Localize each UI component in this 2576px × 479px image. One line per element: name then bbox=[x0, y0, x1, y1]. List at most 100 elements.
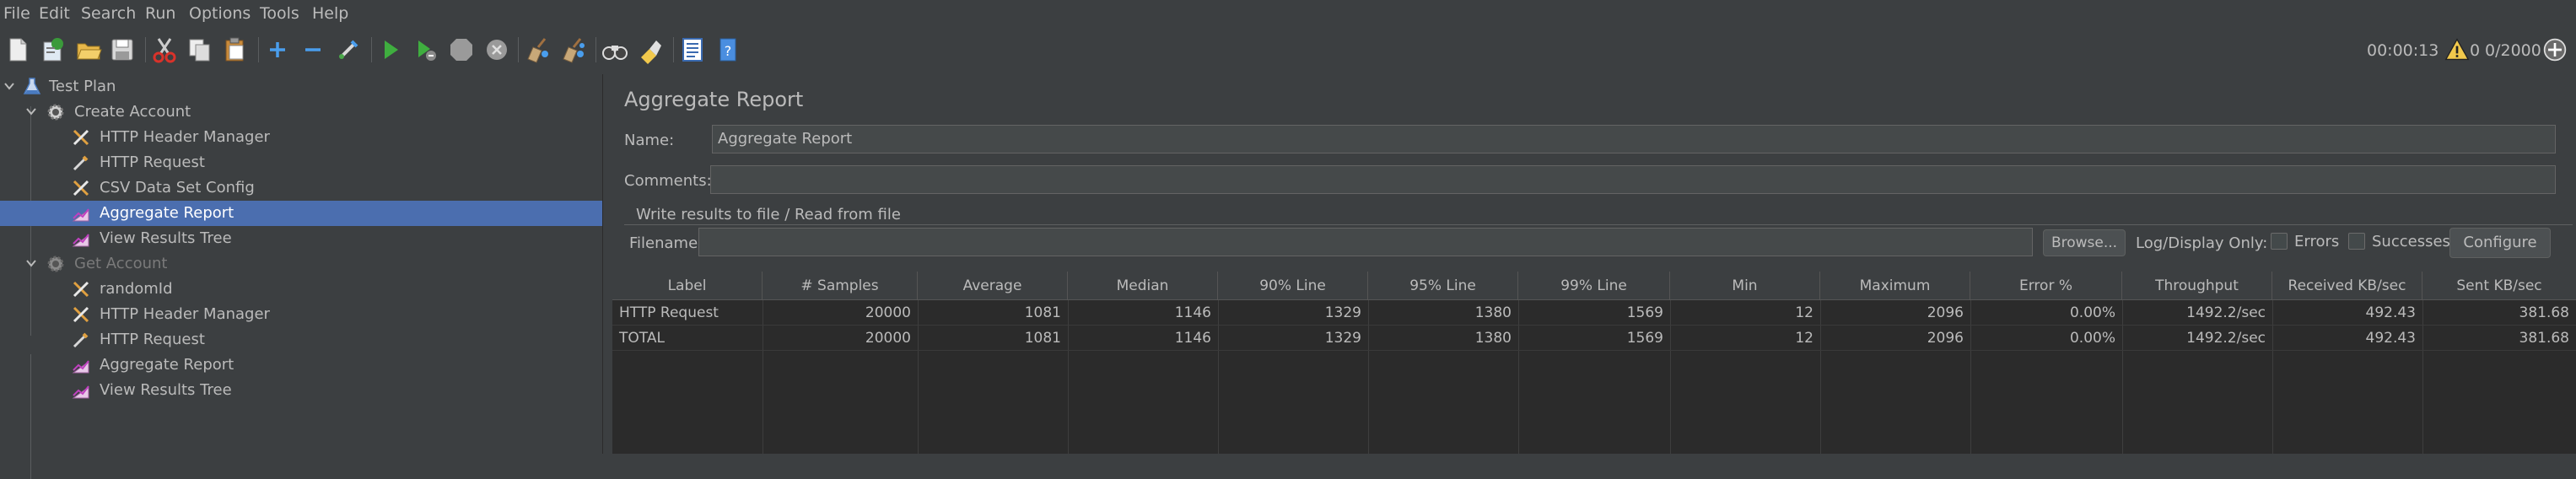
table-row[interactable]: HTTP Request 20000 1081 1146 1329 1380 1… bbox=[612, 300, 2576, 326]
tree-item-http-request[interactable]: HTTP Request bbox=[0, 327, 602, 353]
table-cell: 1081 bbox=[1024, 330, 1061, 347]
expand-icon[interactable] bbox=[263, 35, 292, 64]
configure-button[interactable]: Configure bbox=[2449, 228, 2551, 258]
tree-item-aggregate-report[interactable]: Aggregate Report bbox=[0, 201, 602, 226]
chevron-down-icon[interactable] bbox=[24, 104, 39, 119]
filename-field[interactable] bbox=[698, 228, 2033, 256]
column-header[interactable]: 95% Line bbox=[1368, 272, 1518, 300]
name-field[interactable]: Aggregate Report bbox=[712, 125, 2556, 153]
column-header[interactable]: Error % bbox=[1970, 272, 2122, 300]
column-header[interactable]: Sent KB/sec bbox=[2422, 272, 2576, 300]
menu-options[interactable]: Options bbox=[189, 2, 251, 25]
aggregate-report-panel: Aggregate Report Name: Aggregate Report … bbox=[612, 74, 2576, 454]
templates-icon[interactable] bbox=[39, 35, 67, 64]
table-cell: 12 bbox=[1795, 304, 1813, 321]
menu-bar: File Edit Search Run Options Tools Help bbox=[0, 0, 2576, 27]
open-icon[interactable] bbox=[74, 35, 103, 64]
wrench-screwdriver-icon bbox=[71, 178, 91, 198]
table-cell: 20000 bbox=[865, 304, 911, 321]
column-header[interactable]: Average bbox=[918, 272, 1068, 300]
table-cell: 1569 bbox=[1626, 330, 1663, 347]
search-binoculars-icon[interactable] bbox=[601, 35, 629, 64]
warning-count: 0 bbox=[2470, 41, 2481, 60]
new-icon[interactable] bbox=[3, 35, 32, 64]
shutdown-icon[interactable] bbox=[482, 35, 511, 64]
column-header[interactable]: Label bbox=[612, 272, 763, 300]
successes-checkbox[interactable] bbox=[2348, 233, 2365, 250]
chart-icon bbox=[71, 380, 91, 401]
function-helper-icon[interactable] bbox=[678, 35, 707, 64]
tree-item-label: HTTP Request bbox=[100, 153, 205, 171]
tree-item-randomid[interactable]: randomId bbox=[0, 277, 602, 302]
menu-tools[interactable]: Tools bbox=[260, 2, 299, 25]
tree-item-create-account[interactable]: Create Account bbox=[0, 100, 602, 125]
clear-icon[interactable] bbox=[523, 35, 552, 64]
panel-splitter[interactable] bbox=[602, 74, 612, 454]
column-header[interactable]: 90% Line bbox=[1218, 272, 1368, 300]
errors-checkbox[interactable] bbox=[2271, 233, 2288, 250]
table-cell: 1081 bbox=[1024, 304, 1061, 321]
paste-icon[interactable] bbox=[221, 35, 250, 64]
tree-item-label: randomId bbox=[100, 280, 173, 298]
column-header[interactable]: Maximum bbox=[1820, 272, 1970, 300]
wrench-screwdriver-icon bbox=[71, 279, 91, 299]
tree-item-aggregate-report[interactable]: Aggregate Report bbox=[0, 353, 602, 378]
table-cell: 0.00% bbox=[2069, 304, 2115, 321]
comments-field[interactable] bbox=[710, 165, 2556, 194]
chevron-down-icon[interactable] bbox=[2, 78, 17, 94]
menu-edit[interactable]: Edit bbox=[39, 2, 70, 25]
tree-item-get-account[interactable]: Get Account bbox=[0, 251, 602, 277]
table-cell: 381.68 bbox=[2519, 330, 2569, 347]
pipette-icon bbox=[71, 330, 91, 350]
errors-label: Errors bbox=[2294, 233, 2340, 250]
tree-item-view-results-tree[interactable]: View Results Tree bbox=[0, 226, 602, 251]
tree-item-label: Test Plan bbox=[49, 78, 116, 95]
name-label: Name: bbox=[624, 132, 675, 149]
tree-item-http-header-manager[interactable]: HTTP Header Manager bbox=[0, 125, 602, 150]
column-header[interactable]: Min bbox=[1670, 272, 1820, 300]
remote-status-icon[interactable] bbox=[2542, 37, 2568, 62]
active-threads: 0/2000 bbox=[2485, 41, 2541, 60]
browse-button[interactable]: Browse... bbox=[2043, 229, 2126, 256]
copy-icon[interactable] bbox=[186, 35, 214, 64]
menu-file[interactable]: File bbox=[3, 2, 30, 25]
cut-icon[interactable] bbox=[150, 35, 179, 64]
tree-item-csv-data-set-config[interactable]: CSV Data Set Config bbox=[0, 175, 602, 201]
table-cell: 1146 bbox=[1174, 330, 1211, 347]
tree-item-label: HTTP Header Manager bbox=[100, 305, 270, 323]
column-header[interactable]: 99% Line bbox=[1518, 272, 1670, 300]
table-cell: HTTP Request bbox=[619, 304, 719, 321]
tree-item-http-header-manager[interactable]: HTTP Header Manager bbox=[0, 302, 602, 327]
start-icon[interactable] bbox=[376, 35, 405, 64]
save-icon[interactable] bbox=[108, 35, 137, 64]
tree-item-test-plan[interactable]: Test Plan bbox=[0, 74, 602, 100]
warning-icon[interactable] bbox=[2444, 37, 2470, 62]
table-cell: TOTAL bbox=[619, 330, 665, 347]
column-header[interactable]: Throughput bbox=[2122, 272, 2272, 300]
stop-icon[interactable] bbox=[447, 35, 476, 64]
wrench-screwdriver-icon bbox=[71, 304, 91, 325]
menu-search[interactable]: Search bbox=[81, 2, 136, 25]
tree-item-view-results-tree[interactable]: View Results Tree bbox=[0, 378, 602, 403]
menu-help[interactable]: Help bbox=[312, 2, 348, 25]
collapse-icon[interactable] bbox=[299, 35, 327, 64]
column-header[interactable]: # Samples bbox=[763, 272, 918, 300]
tree-item-label: Create Account bbox=[74, 103, 191, 121]
tree-item-http-request[interactable]: HTTP Request bbox=[0, 150, 602, 175]
column-header[interactable]: Received KB/sec bbox=[2272, 272, 2422, 300]
reset-search-icon[interactable] bbox=[636, 35, 665, 64]
gear-icon bbox=[46, 254, 66, 274]
clear-all-icon[interactable] bbox=[558, 35, 587, 64]
menu-run[interactable]: Run bbox=[145, 2, 175, 25]
table-cell: 1492.2/sec bbox=[2186, 330, 2266, 347]
svg-text:?: ? bbox=[725, 43, 732, 59]
toolbar-separator bbox=[595, 37, 596, 62]
toggle-icon[interactable] bbox=[334, 35, 363, 64]
column-header[interactable]: Median bbox=[1068, 272, 1218, 300]
toolbar-separator bbox=[145, 37, 146, 62]
help-icon[interactable]: ? bbox=[714, 35, 742, 64]
tree-item-label: View Results Tree bbox=[100, 381, 232, 399]
chevron-down-icon[interactable] bbox=[24, 256, 39, 271]
table-row[interactable]: TOTAL 20000 1081 1146 1329 1380 1569 12 … bbox=[612, 326, 2576, 351]
start-no-pauses-icon[interactable] bbox=[412, 35, 440, 64]
